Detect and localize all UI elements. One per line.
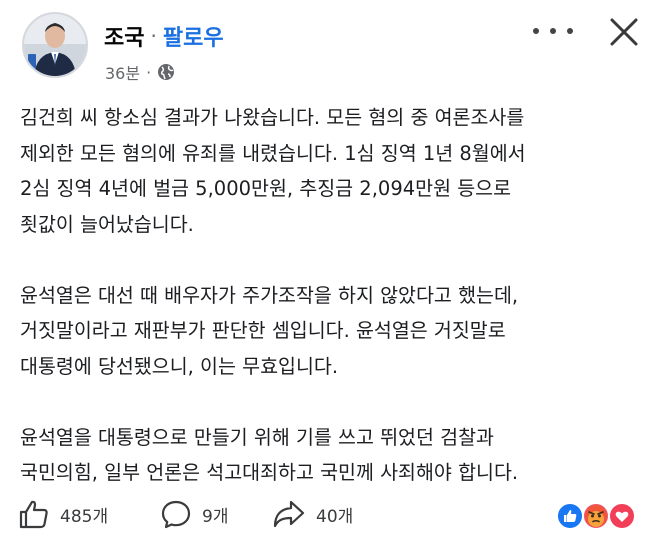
post-line: 대통령에 당선됐으니, 이는 무효입니다. [20, 354, 339, 378]
follow-button[interactable]: 팔로우 [163, 20, 224, 52]
post-line: 죗값이 늘어났습니다. [20, 212, 194, 236]
author-row: 조국 · 팔로우 [104, 20, 224, 52]
post-meta: 36분 · [105, 60, 175, 84]
love-reaction-icon [608, 502, 636, 530]
post-line: 김건희 씨 항소심 결과가 나왔습니다. 모든 혐의 중 여론조사를 [20, 106, 525, 129]
avatar-photo [24, 14, 86, 76]
reaction-summary[interactable] [556, 502, 640, 530]
post-header: 조국 · 팔로우 36분 · [0, 0, 659, 92]
globe-icon [157, 63, 175, 81]
post-line: 윤석열은 대선 때 배우자가 주가조작을 하지 않았다고 했는데, [20, 283, 519, 307]
thumbs-up-icon [19, 500, 48, 529]
comment-count: 9개 [202, 506, 229, 527]
post-actions-bar: 485개 9개 40개 [0, 492, 659, 536]
share-button[interactable]: 40개 [272, 496, 353, 532]
name-separator: · [150, 24, 157, 48]
close-icon [610, 18, 638, 46]
like-button[interactable]: 485개 [18, 496, 108, 532]
like-reaction-icon [556, 502, 584, 530]
post-line: 제외한 모든 혐의에 유죄를 내렸습니다. 1심 징역 1년 8월에서 [20, 141, 526, 165]
post-paragraph: 윤석열을 대통령으로 만들기 위해 기를 쓰고 뛰었던 검찰과 국민의힘, 일부… [20, 420, 645, 491]
post-text: 김건희 씨 항소심 결과가 나왔습니다. 모든 혐의 중 여론조사를 제외한 모… [20, 100, 645, 526]
angry-reaction-icon [582, 502, 610, 530]
post-paragraph: 윤석열은 대선 때 배우자가 주가조작을 하지 않았다고 했는데, 거짓말이라고… [20, 278, 645, 385]
share-count: 40개 [316, 506, 354, 527]
share-arrow-icon [273, 500, 305, 528]
comment-bubble-icon [161, 500, 191, 529]
more-options-button[interactable] [533, 19, 573, 43]
comment-button[interactable]: 9개 [160, 496, 228, 532]
meta-separator: · [146, 62, 152, 82]
like-count: 485개 [60, 506, 109, 527]
post-line: 윤석열을 대통령으로 만들기 위해 기를 쓰고 뛰었던 검찰과 [20, 425, 494, 449]
post-line: 거짓말이라고 재판부가 판단한 셈입니다. 윤석열은 거짓말로 [20, 319, 506, 342]
author-avatar[interactable] [22, 12, 88, 78]
post-line: 2심 징역 4년에 벌금 5,000만원, 추징금 2,094만원 등으로 [20, 177, 512, 200]
close-button[interactable] [606, 14, 642, 50]
post-line: 국민의힘, 일부 언론은 석고대죄하고 국민께 사죄해야 합니다. [20, 461, 519, 484]
post-timestamp[interactable]: 36분 [105, 60, 140, 84]
more-dots-icon [533, 28, 539, 34]
post-paragraph: 김건희 씨 항소심 결과가 나왔습니다. 모든 혐의 중 여론조사를 제외한 모… [20, 100, 645, 242]
author-name[interactable]: 조국 [104, 20, 144, 52]
